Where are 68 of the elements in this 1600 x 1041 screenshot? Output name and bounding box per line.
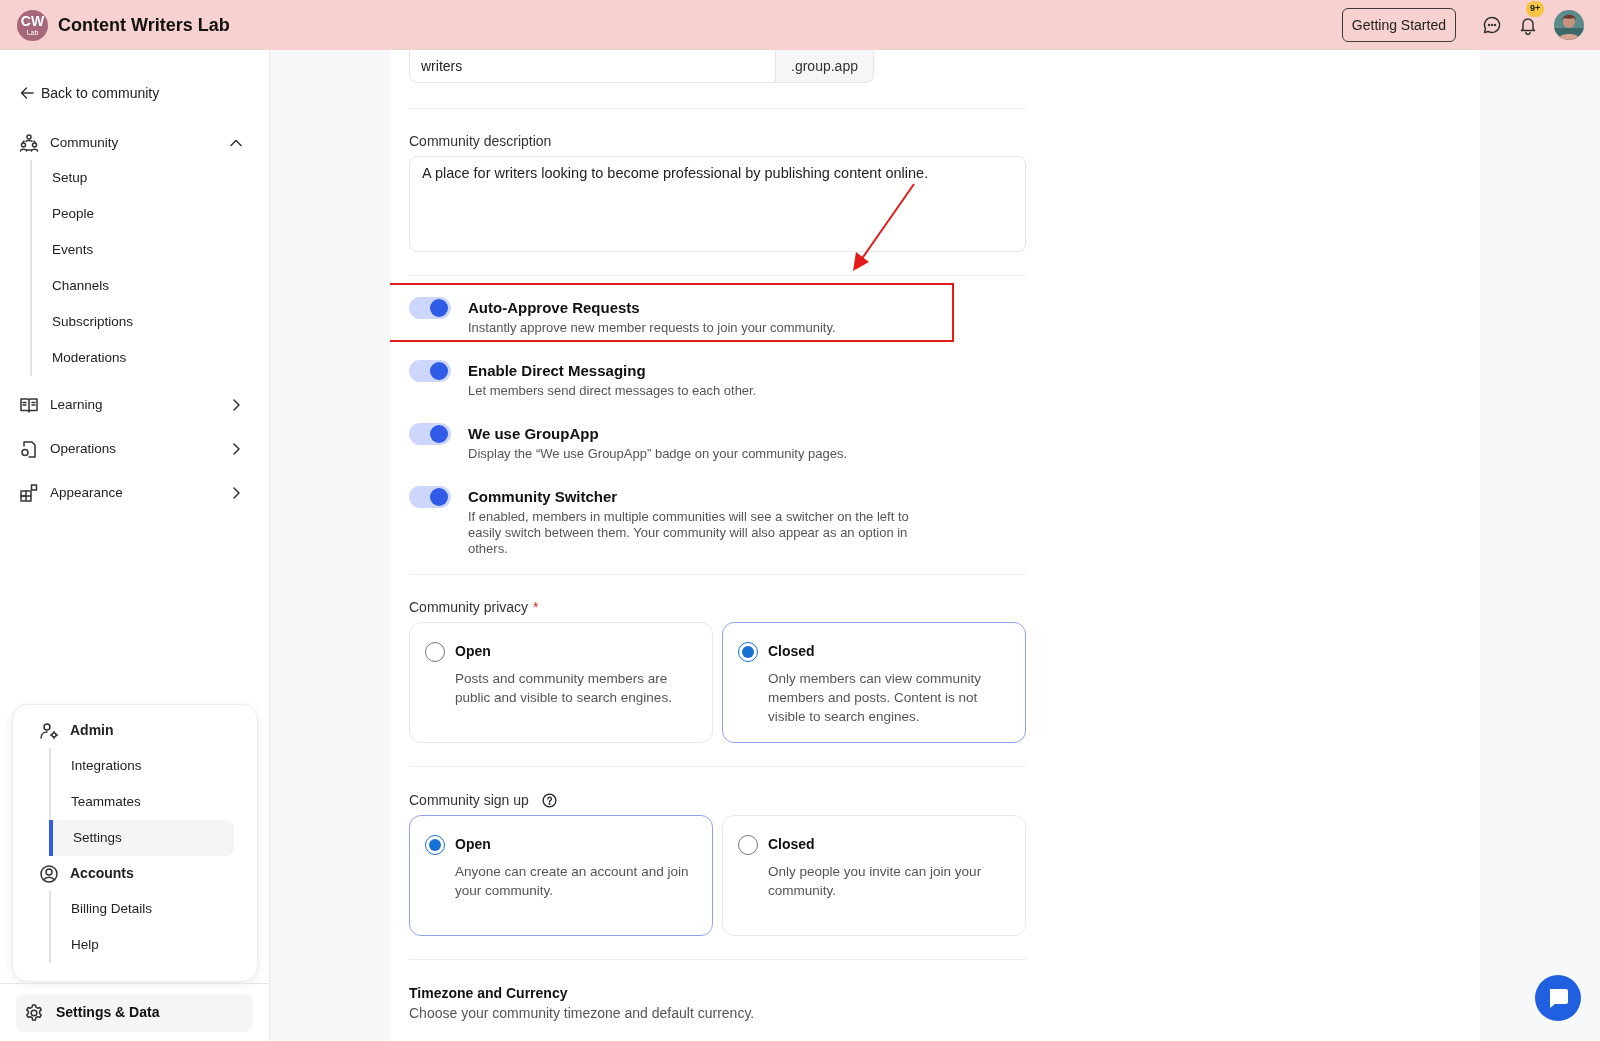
field-label: Community privacy: [409, 598, 529, 617]
option-card[interactable]: Open Anyone can create an account and join your community.: [409, 815, 713, 936]
nav-item[interactable]: People: [32, 196, 269, 232]
option-title: Closed: [768, 835, 815, 854]
nav-item[interactable]: Teammates: [49, 784, 234, 820]
option-description: Posts and community members are public and visible to search engines.: [455, 670, 673, 707]
setting-title: Auto-Approve Requests: [468, 298, 641, 318]
description-field[interactable]: A place for writers looking to become professional by publishing content online.: [409, 156, 1026, 252]
people-group-icon: [19, 133, 39, 153]
nav-group-label: Accounts: [70, 864, 134, 883]
user-gear-icon: [39, 720, 59, 741]
toggle-switch[interactable]: [409, 297, 451, 319]
nav-item[interactable]: Moderations: [32, 340, 269, 376]
nav-item[interactable]: Integrations: [49, 748, 234, 784]
domain-suffix: .group.app: [776, 50, 874, 83]
layout-blocks-icon: [19, 483, 39, 503]
getting-started-button[interactable]: Getting Started: [1341, 8, 1456, 42]
document-gear-icon: [19, 439, 39, 459]
user-circle-icon: [39, 863, 59, 884]
section-title: Timezone and Currency: [409, 984, 569, 1003]
help-icon[interactable]: [541, 792, 557, 808]
nav-item[interactable]: Help: [49, 927, 234, 963]
option-card[interactable]: Open Posts and community members are public and visible to search engines.: [409, 622, 713, 743]
settings-icon: [24, 1002, 44, 1023]
setting-title: Enable Direct Messaging: [468, 361, 647, 381]
back-link[interactable]: Back to community: [0, 75, 269, 111]
option-card[interactable]: Closed Only members can view community members and posts. Content is not visible to search engines.: [722, 622, 1026, 743]
nav-section[interactable]: Community: [0, 126, 269, 160]
notification-badge: 9+: [1526, 1, 1545, 17]
setting-description: If enabled, members in multiple communities will see a switcher on the left to easily switch between them. Your community will also appear as an option in others.: [468, 509, 910, 557]
setting-description: Instantly approve new member requests to join your community.: [468, 320, 837, 336]
nav-section[interactable]: Appearance: [0, 471, 269, 515]
toggle-switch[interactable]: [409, 360, 451, 382]
section-description: Choose your community timezone and default currency.: [409, 1004, 756, 1023]
chat-launcher-button[interactable]: [1535, 975, 1581, 1021]
avatar[interactable]: [1554, 10, 1584, 40]
option-card[interactable]: Closed Only people you invite can join your community.: [722, 815, 1026, 936]
toggle-switch[interactable]: [409, 486, 451, 508]
nav-item[interactable]: Events: [32, 232, 269, 268]
option-title: Open: [455, 835, 491, 854]
option-description: Anyone can create an account and join your community.: [455, 863, 690, 900]
nav-section[interactable]: Operations: [0, 427, 269, 471]
settings-data-button[interactable]: Settings & Data: [16, 993, 253, 1032]
setting-title: We use GroupApp: [468, 424, 600, 444]
setting-description: Display the “We use GroupApp” badge on your community pages.: [468, 446, 849, 462]
nav-item[interactable]: Subscriptions: [32, 304, 269, 340]
field-label: Community description: [409, 132, 553, 151]
chat-icon[interactable]: [1482, 15, 1502, 35]
toggle-switch[interactable]: [409, 423, 451, 445]
option-title: Open: [455, 642, 491, 661]
setting-title: Community Switcher: [468, 487, 619, 507]
arrow-left-icon: [20, 86, 34, 100]
nav-group-label: Admin: [70, 721, 114, 740]
nav-item[interactable]: Setup: [32, 160, 269, 196]
nav-section[interactable]: Learning: [0, 383, 269, 427]
app-title: Content Writers Lab: [58, 13, 230, 37]
option-description: Only people you invite can join your community.: [768, 863, 983, 900]
setting-description: Let members send direct messages to each other.: [468, 383, 758, 399]
option-description: Only members can view community members and posts. Content is not visible to search engines.: [768, 670, 983, 726]
option-title: Closed: [768, 642, 815, 661]
bell-icon[interactable]: [1518, 15, 1538, 35]
field-label: Community sign up: [409, 791, 529, 810]
subdomain-field[interactable]: writers: [409, 50, 776, 83]
nav-item[interactable]: Settings: [49, 820, 234, 856]
nav-item[interactable]: Channels: [32, 268, 269, 304]
required-mark: *: [533, 598, 539, 617]
open-book-icon: [19, 395, 39, 415]
nav-item[interactable]: Billing Details: [49, 891, 234, 927]
